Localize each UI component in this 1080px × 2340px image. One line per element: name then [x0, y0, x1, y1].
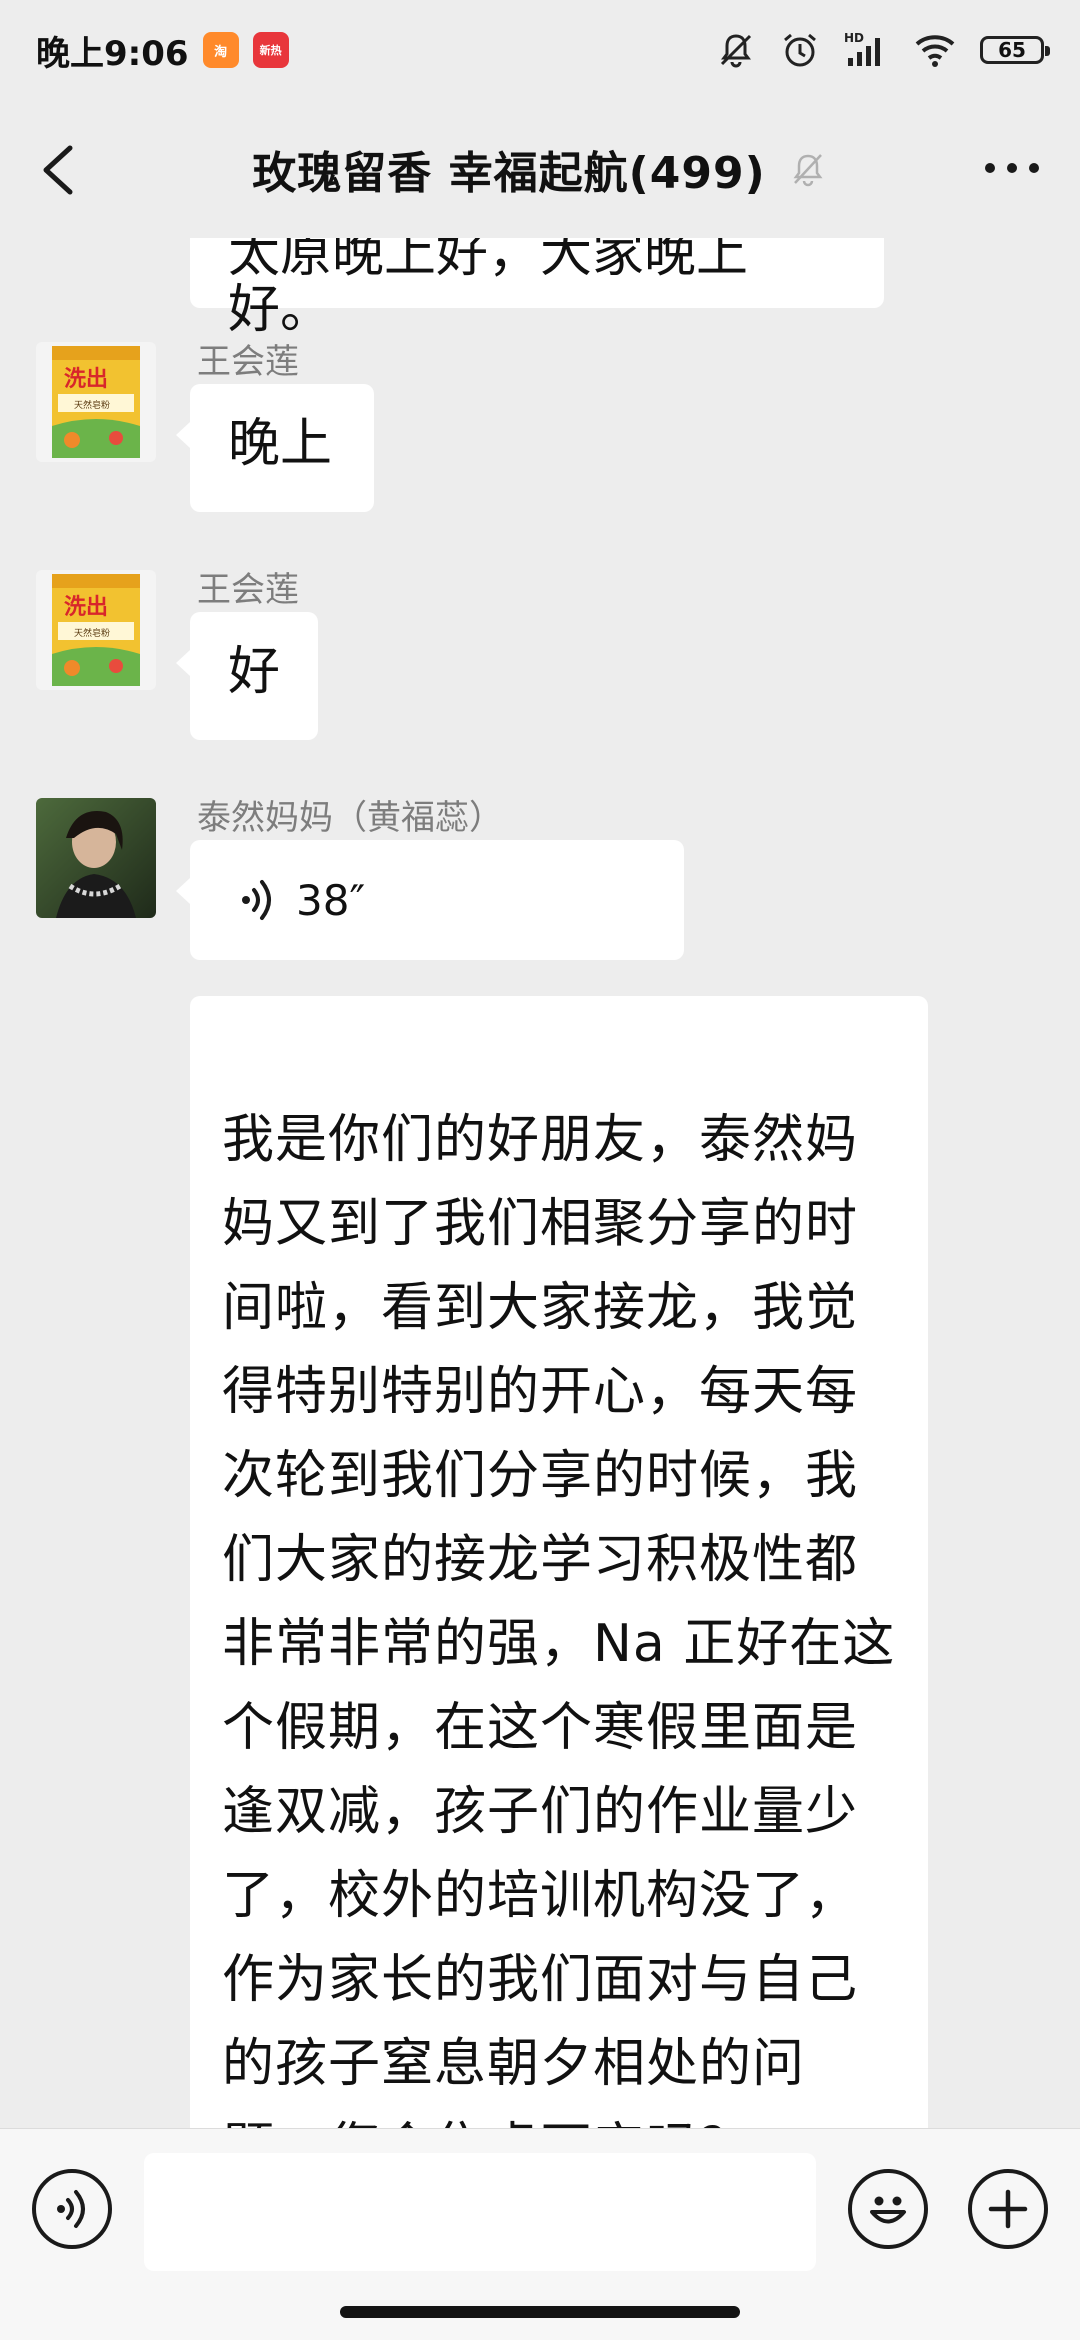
chat-title[interactable]: 玫瑰留香 幸福起航(499) [252, 137, 765, 201]
svg-text:天然皂粉: 天然皂粉 [74, 399, 110, 411]
news-app-label: 新热 [259, 44, 282, 57]
message-input[interactable] [144, 2153, 816, 2271]
mute-icon [720, 34, 752, 68]
sender-name: 王会莲 [197, 342, 299, 382]
voice-input-icon [57, 2190, 85, 2228]
more-functions-button[interactable] [968, 2169, 1048, 2249]
battery-indicator: 65 [980, 36, 1050, 64]
chat-title-area: 玫瑰留香 幸福起航(499) [0, 100, 1080, 238]
svg-text:洗出: 洗出 [64, 367, 108, 392]
emoji-button[interactable] [848, 2169, 928, 2249]
message-text: 好 [228, 642, 281, 702]
alarm-icon [784, 33, 816, 67]
svg-text:天然皂粉: 天然皂粉 [74, 627, 110, 639]
muted-bell-icon [793, 154, 823, 187]
message-bubble[interactable]: 晚上 [176, 384, 374, 512]
wifi-icon [915, 35, 955, 67]
sender-name: 泰然妈妈（黄福蕊） [197, 798, 503, 838]
message-bubble[interactable]: 太原晚上好，大家晚上好。 [190, 238, 884, 338]
message-text: 太原晚上好，大家晚上好。 [228, 238, 749, 340]
message-bubble[interactable]: 我是你们的好朋友，泰然妈妈又到了我们相聚分享的时间啦，看到大家接龙，我觉得特别特… [190, 996, 928, 2128]
rice-bag-avatar[interactable]: 洗出 天然皂粉 [36, 342, 156, 462]
voice-input-button[interactable] [32, 2169, 112, 2249]
emoji-icon [870, 2196, 906, 2224]
rice-bag-avatar[interactable]: 洗出 天然皂粉 [36, 570, 156, 690]
battery-level: 65 [998, 38, 1026, 62]
taobao-app-label: 淘 [214, 44, 228, 60]
taobao-app-icon: 淘 [202, 32, 239, 68]
sender-name: 王会莲 [197, 570, 299, 610]
home-indicator[interactable] [340, 2306, 740, 2318]
status-time: 晚上9:06 [36, 33, 189, 74]
signal-hd-icon: HD [844, 31, 880, 66]
status-bar: 晚上9:06 淘 新热 HD 65 [0, 0, 1080, 100]
chat-header: 玫瑰留香 幸福起航(499) [0, 100, 1080, 238]
plus-icon [988, 2189, 1028, 2229]
svg-text:洗出: 洗出 [64, 595, 108, 620]
svg-text:HD: HD [844, 31, 864, 45]
message-bubble[interactable]: 好 [176, 612, 318, 740]
news-app-icon: 新热 [252, 32, 289, 68]
message-list[interactable]: 太原晚上好，大家晚上好。 洗出 天然皂粉 王会莲 晚上 洗出 天然皂粉 王会莲 … [0, 238, 1080, 2128]
voice-message-bubble[interactable]: 38″ [176, 840, 684, 960]
message-text: 我是你们的好朋友，泰然妈妈又到了我们相聚分享的时间啦，看到大家接龙，我觉得特别特… [222, 1110, 896, 2128]
message-text: 晚上 [228, 414, 333, 474]
woman-photo-avatar[interactable] [36, 798, 156, 918]
voice-duration: 38″ [296, 875, 366, 925]
voice-wave-icon [242, 880, 271, 920]
more-icon[interactable] [982, 148, 1042, 188]
